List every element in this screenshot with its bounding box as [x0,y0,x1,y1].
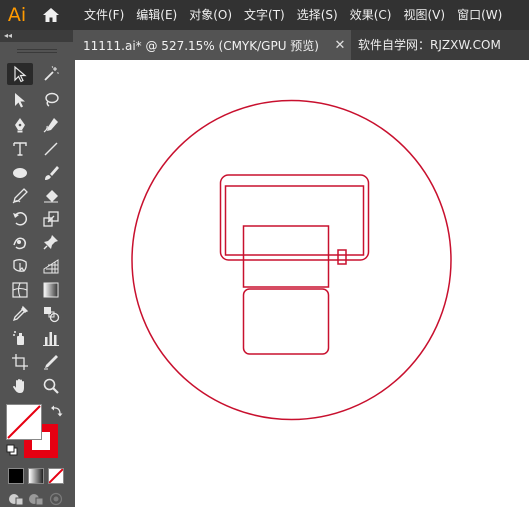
line-icon[interactable] [38,138,64,160]
ellipse-icon[interactable] [7,162,33,184]
gradient-icon[interactable] [38,279,64,301]
menu-effect[interactable]: 效果(C) [344,0,398,30]
eyedropper-icon[interactable] [7,303,33,325]
draw-inside-icon[interactable] [48,492,64,506]
type-icon[interactable] [7,138,33,160]
default-colors-icon[interactable] [6,444,18,456]
rounded-block-shape[interactable] [242,288,330,355]
pen-icon[interactable] [7,114,33,136]
menu-type[interactable]: 文字(T) [238,0,291,30]
selection-tool-icon[interactable] [7,63,33,85]
menu-window[interactable]: 窗口(W) [451,0,508,30]
artwork[interactable] [75,60,529,507]
pin-icon[interactable] [38,231,64,253]
slice-icon[interactable] [38,351,64,373]
mesh-icon[interactable] [7,279,33,301]
scale-icon[interactable] [38,208,64,230]
small-square-shape[interactable] [242,225,330,288]
direct-selection-icon[interactable] [7,89,33,111]
free-transform-icon[interactable] [7,255,33,277]
outer-frame-shape[interactable] [219,174,370,261]
blend-icon[interactable] [38,303,64,325]
menu-select[interactable]: 选择(S) [291,0,344,30]
curvature-icon[interactable] [38,114,64,136]
color-mode-icon[interactable] [8,468,24,484]
menu-file[interactable]: 文件(F) [82,0,130,30]
handle-marker-shape[interactable] [337,249,347,265]
graph-icon[interactable] [38,327,64,349]
menu-object[interactable]: 对象(O) [183,0,238,30]
swap-icon[interactable] [50,404,64,418]
magic-wand-icon[interactable] [38,63,64,85]
artboard-canvas[interactable] [75,60,529,507]
lasso-icon[interactable] [38,89,64,111]
artboard-icon[interactable] [7,351,33,373]
hand-icon[interactable] [7,375,33,397]
perspective-grid-icon[interactable] [38,255,64,277]
document-tab-title: 11111.ai* @ 527.15% (CMYK/GPU 预览) [83,38,319,53]
none-mode-icon[interactable] [48,468,64,484]
gradient-mode-icon[interactable] [28,468,44,484]
panel-grip[interactable] [0,42,73,60]
draw-normal-icon[interactable] [8,492,24,506]
zoom-icon[interactable] [38,375,64,397]
home-icon[interactable] [34,0,68,30]
menu-edit[interactable]: 编辑(E) [130,0,183,30]
fill-swatch-icon[interactable] [6,404,42,440]
pencil-icon[interactable] [7,185,33,207]
eraser-icon[interactable] [38,185,64,207]
document-tab-bar: 11111.ai* @ 527.15% (CMYK/GPU 预览) ✕ 软件自学… [73,30,529,60]
watermark-text: 软件自学网：RJZXW.COM [358,38,501,52]
puppet-warp-icon[interactable] [7,231,33,253]
symbol-sprayer-icon[interactable] [7,327,33,349]
menu-bar: Ai 文件(F) 编辑(E) 对象(O) 文字(T) 选择(S) 效果(C) 视… [0,0,529,30]
draw-behind-icon[interactable] [28,492,44,506]
close-tab-button[interactable]: ✕ [329,30,351,60]
inner-frame-shape[interactable] [224,185,365,256]
rotate-icon[interactable] [7,208,33,230]
tools-panel: ◂◂ [0,30,73,507]
collapse-panel-button[interactable]: ◂◂ [0,30,73,42]
app-logo[interactable]: Ai [0,0,34,30]
document-tab[interactable]: 11111.ai* @ 527.15% (CMYK/GPU 预览) ✕ [73,30,351,60]
paintbrush-icon[interactable] [38,162,64,184]
menu-view[interactable]: 视图(V) [397,0,451,30]
